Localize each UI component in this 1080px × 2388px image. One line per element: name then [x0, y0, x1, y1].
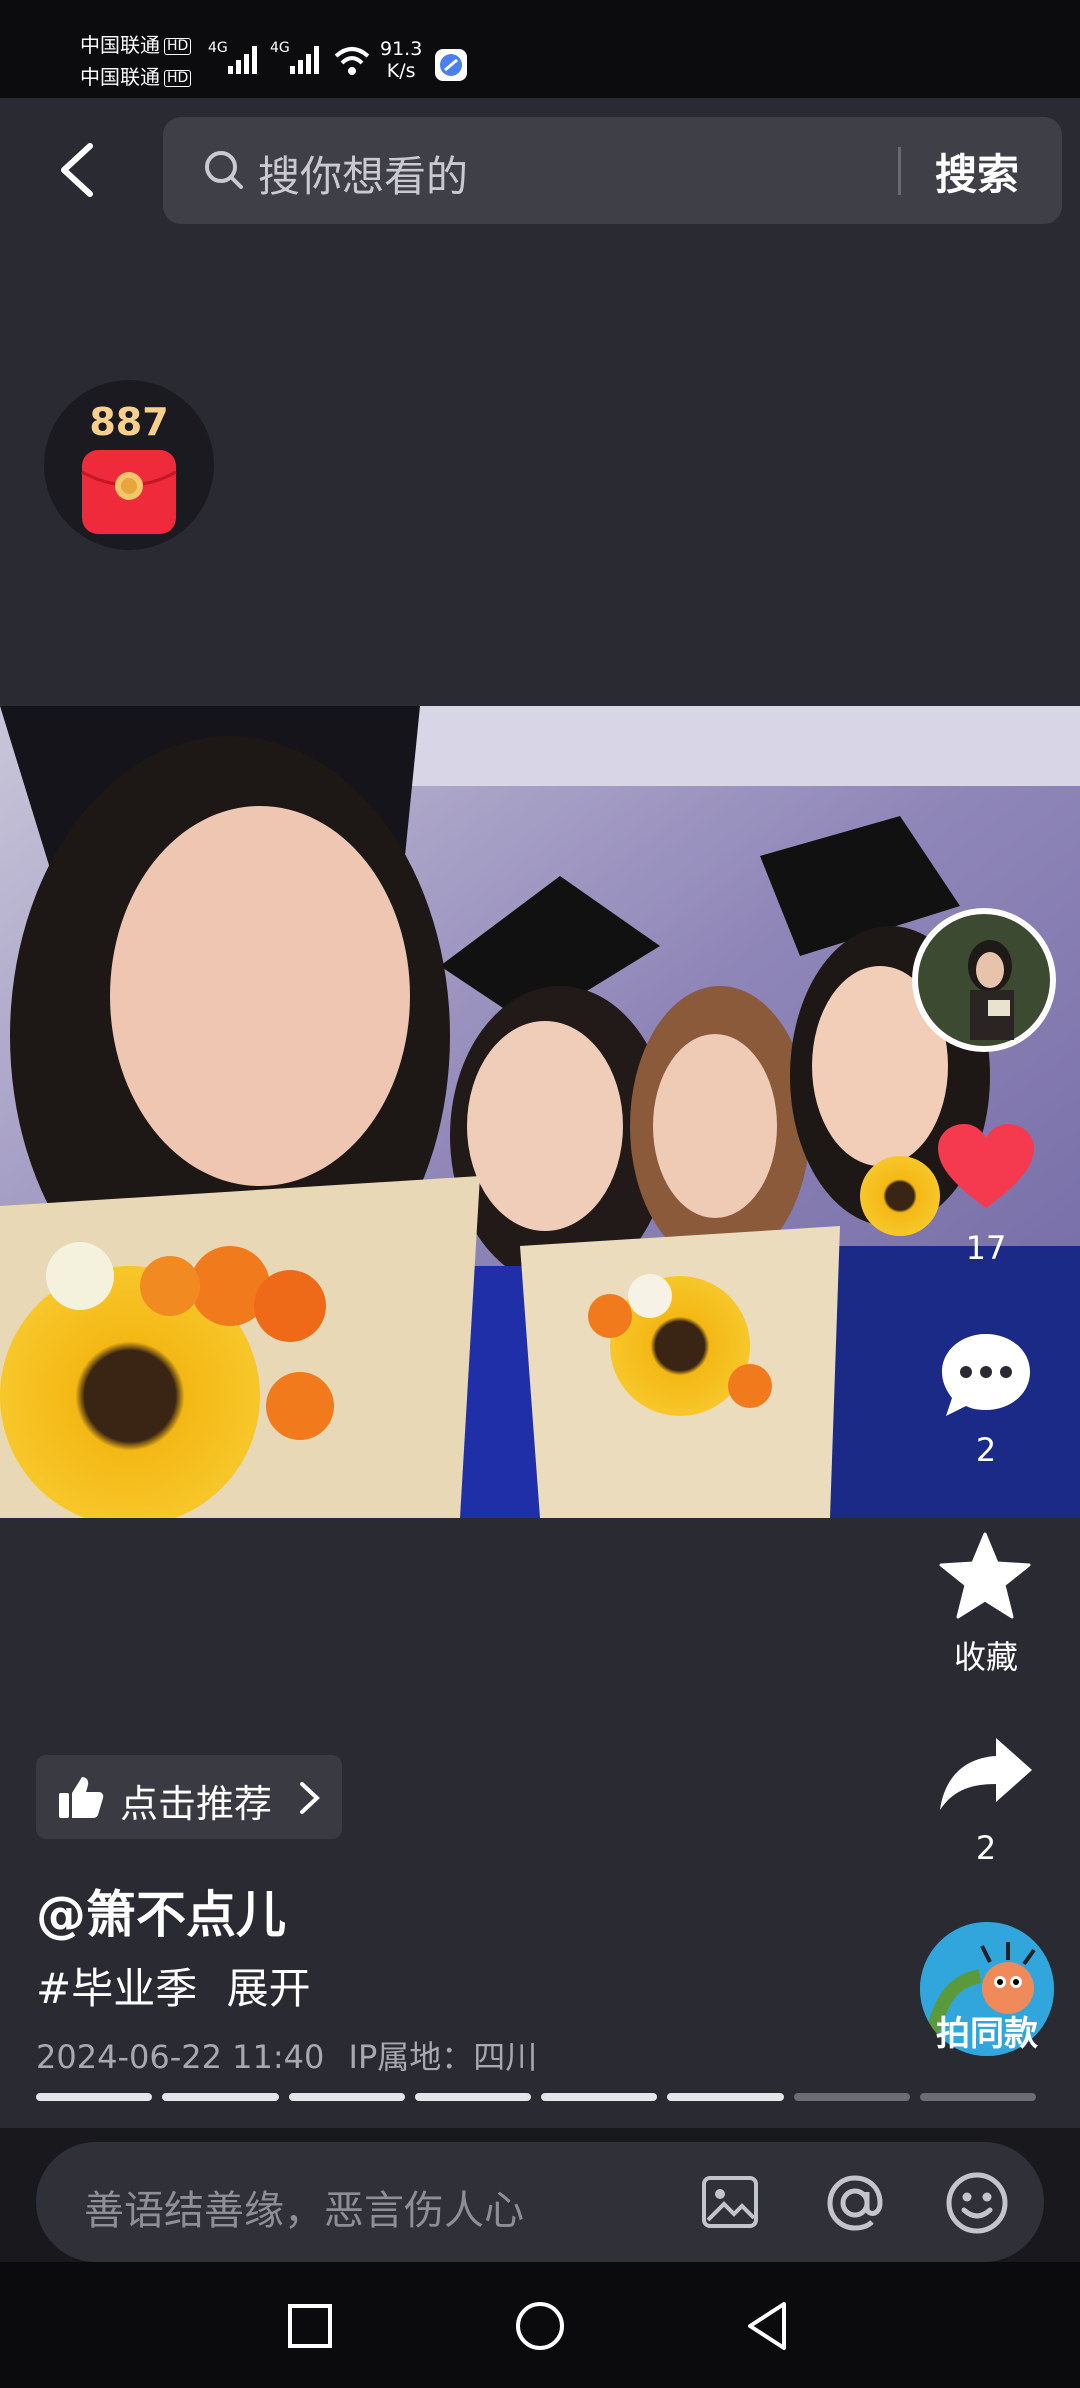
image-picker-icon[interactable] — [700, 2172, 760, 2232]
recent-apps-square-icon[interactable] — [286, 2302, 334, 2350]
system-navigation-bar — [0, 2262, 1080, 2388]
red-packet-count: 887 — [89, 400, 169, 444]
network-type-1: 4G — [208, 40, 228, 56]
recommend-button[interactable]: 点击推荐 — [36, 1755, 342, 1839]
hashtag-link[interactable]: #毕业季 — [36, 1964, 197, 2013]
search-input[interactable]: 搜你想看的 — [258, 143, 468, 204]
carrier-1: 中国联通 HD — [80, 34, 192, 56]
favorite-star-icon[interactable] — [938, 1532, 1032, 1622]
comment-count: 2 — [975, 1431, 997, 1469]
same-style-label: 拍同款 — [936, 2014, 1038, 2054]
red-packet-icon — [81, 450, 177, 534]
search-divider — [898, 147, 901, 195]
recommend-label: 点击推荐 — [120, 1782, 273, 1826]
post-meta: 2024-06-22 11:40 IP属地：四川 — [36, 2032, 537, 2078]
progress-segment — [162, 2093, 279, 2101]
share-arrow-icon[interactable] — [938, 1734, 1034, 1814]
like-heart-icon[interactable] — [936, 1122, 1036, 1212]
progress-segment — [793, 2093, 910, 2101]
back-triangle-icon[interactable] — [744, 2300, 790, 2352]
mention-at-icon[interactable] — [822, 2170, 888, 2236]
post-image[interactable] — [0, 706, 1080, 1518]
post-datetime: 2024-06-22 11:40 — [36, 2038, 325, 2076]
graduation-photo — [0, 706, 1080, 1518]
app-notification-icon — [435, 49, 467, 81]
search-icon — [205, 151, 243, 189]
chevron-right-icon — [300, 1782, 320, 1814]
progress-segment — [667, 2093, 784, 2101]
progress-segment — [414, 2093, 531, 2101]
thumbs-up-icon — [59, 1777, 104, 1818]
signal-icon-1 — [228, 46, 257, 74]
author-avatar[interactable] — [912, 908, 1056, 1052]
signal-icon-2 — [290, 46, 319, 74]
avatar-image — [918, 914, 1050, 1046]
network-speed: 91.3 K/s — [380, 38, 423, 82]
carrier-2: 中国联通 HD — [80, 66, 192, 88]
search-button[interactable]: 搜索 — [935, 141, 1019, 202]
back-arrow-icon[interactable] — [50, 140, 110, 200]
post-caption: #毕业季 展开 — [36, 1955, 311, 2016]
image-progress-indicator — [36, 2093, 1036, 2101]
progress-segment — [36, 2093, 153, 2101]
progress-segment — [288, 2093, 405, 2101]
status-bar: 中国联通 HD 中国联通 HD 4G 4G 91.3 K/s — [0, 0, 1080, 98]
progress-segment — [919, 2093, 1036, 2101]
comment-bubble-icon[interactable] — [938, 1330, 1034, 1420]
author-name[interactable]: @箫不点儿 — [36, 1875, 286, 1947]
comment-input[interactable]: 善语结善缘，恶言伤人心 — [36, 2142, 1044, 2262]
search-bar[interactable]: 搜你想看的 搜索 — [163, 117, 1062, 224]
comment-bar-container: 善语结善缘，恶言伤人心 — [0, 2128, 1080, 2262]
network-type-2: 4G — [270, 40, 290, 56]
home-circle-icon[interactable] — [514, 2300, 566, 2352]
share-count: 2 — [975, 1829, 997, 1867]
ip-location: IP属地：四川 — [348, 2038, 538, 2076]
expand-link[interactable]: 展开 — [227, 1964, 311, 2013]
wifi-icon — [334, 47, 370, 75]
comment-placeholder: 善语结善缘，恶言伤人心 — [84, 2188, 524, 2234]
like-count: 17 — [965, 1229, 1007, 1267]
emoji-icon[interactable] — [944, 2170, 1010, 2236]
red-packet-button[interactable]: 887 — [44, 380, 214, 550]
progress-segment — [541, 2093, 658, 2101]
favorite-label: 收藏 — [953, 1638, 1018, 1676]
